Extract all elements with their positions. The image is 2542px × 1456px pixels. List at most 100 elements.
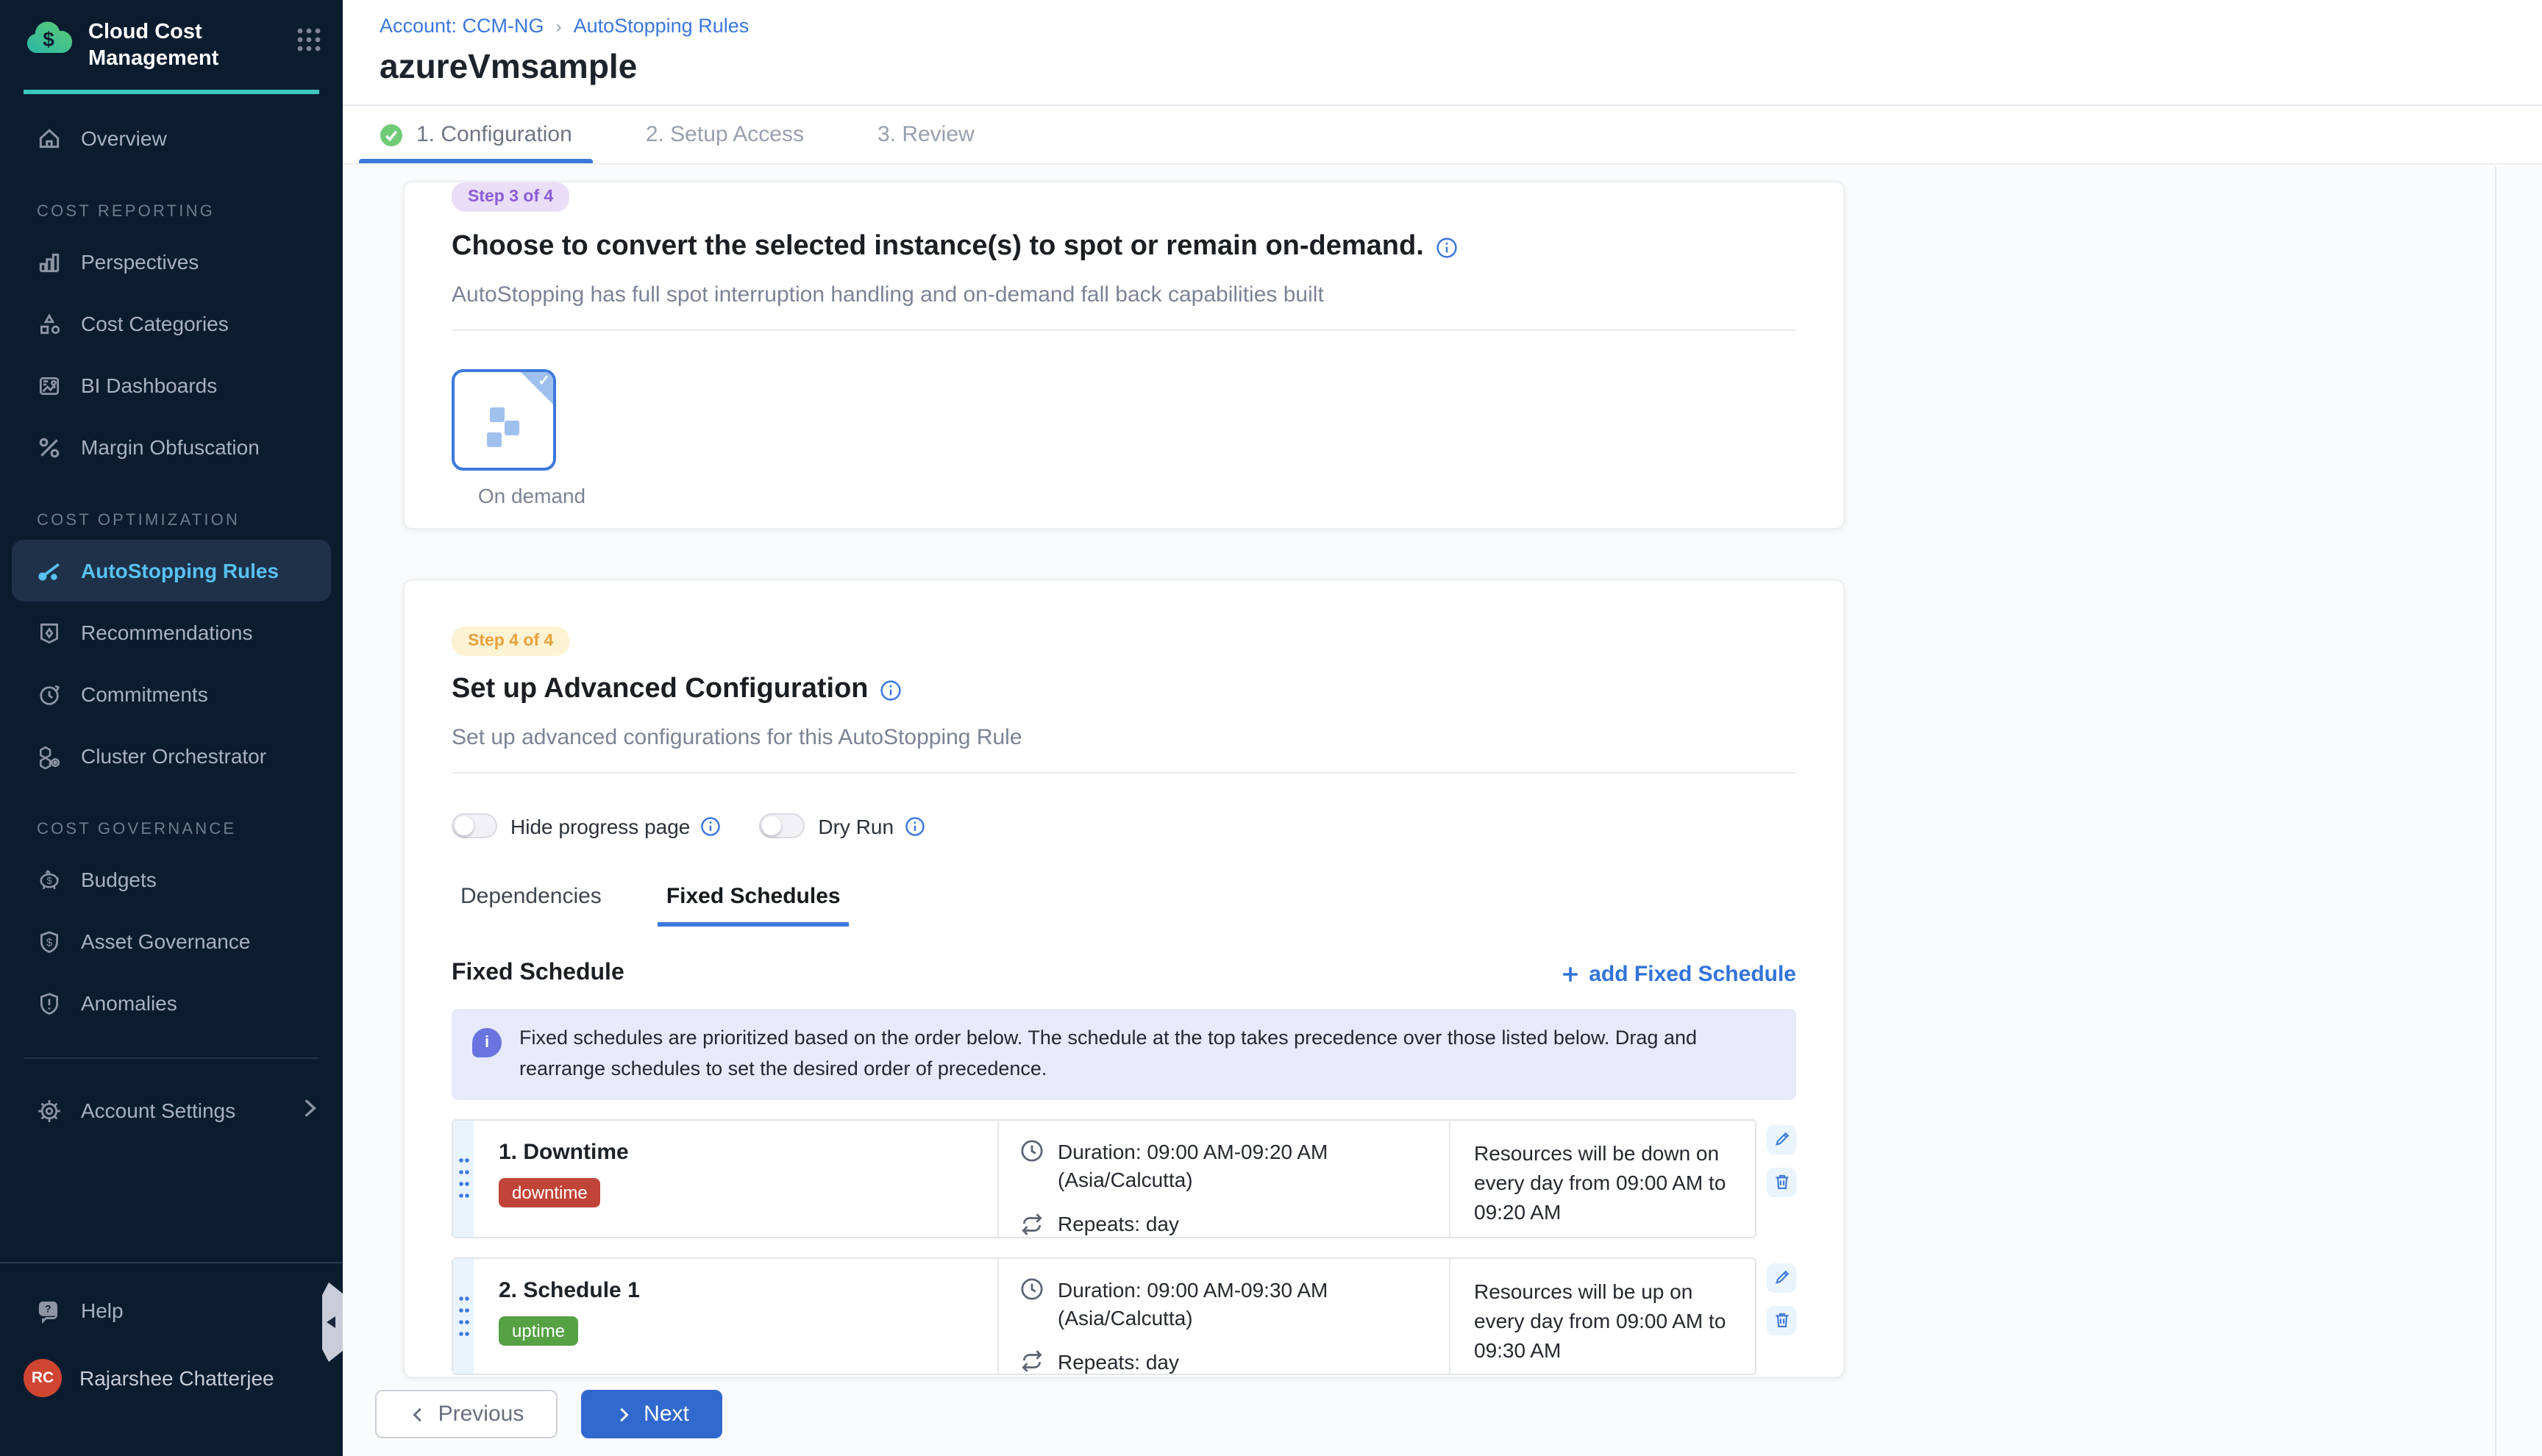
step4-card: Step 4 of 4 Set up Advanced Configuratio… bbox=[403, 579, 1845, 1378]
hide-progress-toggle[interactable]: Hide progress page bbox=[452, 813, 721, 838]
sidebar-item-recommendations[interactable]: Recommendations bbox=[0, 602, 343, 664]
delete-schedule-button[interactable] bbox=[1767, 1305, 1796, 1335]
advanced-config-tabs: Dependencies Fixed Schedules bbox=[452, 884, 1796, 927]
app: $ Cloud Cost Management Overview COST RE… bbox=[0, 0, 2542, 1456]
edit-schedule-button[interactable] bbox=[1767, 1263, 1796, 1292]
sidebar-item-autostopping-rules[interactable]: AutoStopping Rules bbox=[12, 540, 331, 602]
sidebar: $ Cloud Cost Management Overview COST RE… bbox=[0, 0, 343, 1456]
edit-schedule-button[interactable] bbox=[1767, 1125, 1796, 1155]
schedule-row: 2. Schedule 1 uptime Duration: 09:00 AM-… bbox=[452, 1257, 1796, 1376]
schedule-name: 1. Downtime bbox=[499, 1140, 997, 1165]
sidebar-item-margin-obfuscation[interactable]: Margin Obfuscation bbox=[0, 417, 343, 479]
step4-subheading: Set up advanced configurations for this … bbox=[452, 725, 1796, 750]
drag-handle[interactable] bbox=[453, 1121, 474, 1237]
toggle-knob bbox=[762, 816, 781, 835]
sidebar-collapse-handle[interactable] bbox=[322, 1282, 343, 1362]
sidebar-item-overview[interactable]: Overview bbox=[0, 108, 343, 170]
info-icon[interactable] bbox=[1436, 236, 1458, 258]
schedule-description: Resources will be up on every day from 0… bbox=[1450, 1258, 1755, 1374]
toggle-track[interactable] bbox=[452, 813, 497, 838]
sidebar-item-cost-categories[interactable]: Cost Categories bbox=[0, 293, 343, 355]
info-icon[interactable] bbox=[880, 679, 902, 701]
app-grid-icon[interactable] bbox=[296, 26, 322, 60]
schedule-timezone: (Asia/Calcutta) bbox=[1058, 1166, 1328, 1193]
sidebar-item-account-settings[interactable]: Account Settings bbox=[0, 1080, 343, 1142]
clock-cycle-icon bbox=[37, 682, 62, 707]
repeat-icon bbox=[1019, 1211, 1044, 1236]
schedule-type-badge: downtime bbox=[499, 1178, 601, 1207]
info-icon[interactable] bbox=[700, 816, 721, 836]
tab-review[interactable]: 3. Review bbox=[877, 106, 975, 163]
next-button[interactable]: Next bbox=[581, 1390, 722, 1438]
recommendation-icon bbox=[37, 621, 62, 646]
sidebar-item-help[interactable]: ? Help bbox=[0, 1281, 343, 1340]
vm-square-icon bbox=[505, 421, 519, 435]
schedule-type-badge: uptime bbox=[499, 1316, 578, 1345]
tab-dependencies[interactable]: Dependencies bbox=[452, 884, 610, 927]
autostopping-icon bbox=[37, 559, 62, 584]
schedule-row: 1. Downtime downtime Duration: 09:00 AM-… bbox=[452, 1119, 1796, 1238]
active-tab-underline bbox=[359, 159, 593, 163]
step3-subheading: AutoStopping has full spot interruption … bbox=[452, 282, 1796, 307]
drag-handle[interactable] bbox=[453, 1258, 474, 1374]
app-title: Cloud Cost Management bbox=[88, 18, 296, 73]
page-header: Account: CCM-NG › AutoStopping Rules azu… bbox=[343, 0, 2542, 106]
sidebar-footer: ? Help RC Rajarshee Chatterjee bbox=[0, 1262, 343, 1410]
delete-schedule-button[interactable] bbox=[1767, 1168, 1796, 1197]
chevron-right-icon bbox=[614, 1405, 632, 1423]
sidebar-item-asset-governance[interactable]: $ Asset Governance bbox=[0, 911, 343, 973]
chevron-right-icon bbox=[297, 1096, 322, 1126]
dry-run-toggle[interactable]: Dry Run bbox=[759, 813, 925, 838]
section-label-cost-reporting: COST REPORTING bbox=[37, 193, 343, 232]
info-bubble-icon: i bbox=[472, 1028, 502, 1057]
plus-icon bbox=[1561, 964, 1580, 983]
user-name: Rajarshee Chatterjee bbox=[79, 1366, 274, 1390]
add-fixed-schedule-button[interactable]: add Fixed Schedule bbox=[1561, 961, 1796, 986]
svg-text:$: $ bbox=[43, 28, 54, 51]
shield-dollar-icon: $ bbox=[37, 929, 62, 954]
tab-configuration[interactable]: 1. Configuration bbox=[380, 106, 572, 163]
vm-square-icon bbox=[490, 407, 505, 422]
step3-heading: Choose to convert the selected instance(… bbox=[452, 231, 1424, 263]
toggle-track[interactable] bbox=[759, 813, 805, 838]
schedule-description: Resources will be down on every day from… bbox=[1450, 1121, 1755, 1237]
schedule-repeats: Repeats: day bbox=[1058, 1350, 1179, 1374]
on-demand-option[interactable]: ✓ bbox=[452, 369, 556, 471]
dashboard-image-icon bbox=[37, 374, 62, 399]
sidebar-item-cluster-orchestrator[interactable]: Cluster Orchestrator bbox=[0, 726, 343, 788]
scrollbar-track[interactable] bbox=[2495, 166, 2496, 1456]
fixed-schedule-heading: Fixed Schedule bbox=[452, 960, 624, 987]
vm-square-icon bbox=[487, 432, 502, 447]
sidebar-item-budgets[interactable]: $ Budgets bbox=[0, 849, 343, 911]
wizard-scroll-area[interactable]: Step 3 of 4 Choose to convert the select… bbox=[343, 166, 2542, 1456]
pencil-icon bbox=[1772, 1268, 1791, 1287]
user-menu[interactable]: RC Rajarshee Chatterjee bbox=[0, 1346, 343, 1410]
chevron-left-icon bbox=[409, 1405, 427, 1423]
step4-heading: Set up Advanced Configuration bbox=[452, 674, 869, 706]
shield-alert-icon bbox=[37, 991, 62, 1016]
step3-card: Step 3 of 4 Choose to convert the select… bbox=[403, 181, 1845, 529]
tab-fixed-schedules[interactable]: Fixed Schedules bbox=[658, 884, 850, 927]
wizard-tabbar: 1. Configuration 2. Setup Access 3. Revi… bbox=[343, 106, 2542, 165]
trash-icon bbox=[1772, 1173, 1791, 1192]
sidebar-item-perspectives[interactable]: Perspectives bbox=[0, 232, 343, 293]
on-demand-label: On demand bbox=[455, 484, 609, 507]
info-icon[interactable] bbox=[904, 816, 925, 836]
wizard-actions: Previous Next bbox=[375, 1390, 722, 1438]
tab-setup-access[interactable]: 2. Setup Access bbox=[646, 106, 804, 163]
previous-button[interactable]: Previous bbox=[375, 1390, 558, 1438]
sidebar-item-anomalies[interactable]: Anomalies bbox=[0, 973, 343, 1035]
selected-check-icon: ✓ bbox=[538, 374, 550, 390]
piggy-bank-icon: $ bbox=[37, 868, 62, 893]
repeat-icon bbox=[1019, 1349, 1044, 1374]
sidebar-item-commitments[interactable]: Commitments bbox=[0, 664, 343, 726]
schedule-timezone: (Asia/Calcutta) bbox=[1058, 1304, 1328, 1332]
sidebar-item-bi-dashboards[interactable]: BI Dashboards bbox=[0, 355, 343, 417]
breadcrumb-section-link[interactable]: AutoStopping Rules bbox=[574, 15, 750, 37]
schedule-repeats: Repeats: day bbox=[1058, 1212, 1179, 1235]
section-label-cost-optimization: COST OPTIMIZATION bbox=[37, 502, 343, 540]
breadcrumb-chevron-icon: › bbox=[556, 15, 562, 36]
shapes-icon bbox=[37, 312, 62, 337]
breadcrumb-account-link[interactable]: Account: CCM-NG bbox=[380, 15, 544, 37]
bar-chart-icon bbox=[37, 250, 62, 275]
